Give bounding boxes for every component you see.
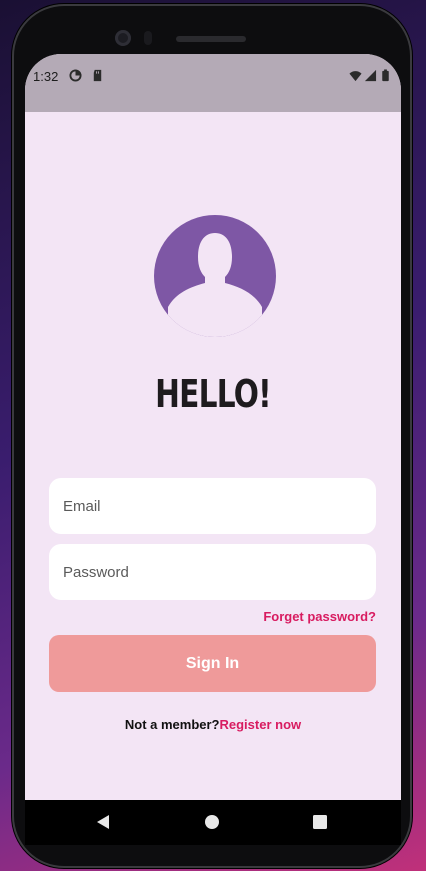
email-field[interactable] (49, 478, 376, 534)
app-screen: 1:32 HELLO! Email Forget password? Sign … (25, 54, 401, 800)
status-time: 1:32 (33, 69, 59, 84)
forgot-password-link[interactable]: Forget password? (263, 609, 376, 624)
sd-card-icon (93, 69, 102, 82)
data-saver-icon (69, 69, 82, 82)
proximity-sensor (144, 31, 152, 45)
sign-in-button[interactable]: Sign In (49, 635, 376, 692)
wifi-icon (349, 71, 362, 82)
password-input[interactable] (61, 562, 364, 582)
navigation-bar (25, 800, 401, 845)
back-icon[interactable] (96, 814, 110, 830)
signal-icon (364, 69, 377, 82)
user-avatar-icon (154, 215, 276, 337)
front-camera (115, 30, 131, 46)
home-icon[interactable] (205, 815, 219, 829)
register-link[interactable]: Register now (220, 717, 302, 732)
recents-icon[interactable] (313, 815, 327, 829)
not-member-text: Not a member? (124, 717, 220, 732)
password-field[interactable] (49, 544, 376, 600)
earpiece-speaker (176, 36, 246, 42)
battery-icon (382, 69, 389, 82)
register-prompt: Not a member?Register now (25, 717, 401, 732)
page-title: HELLO! (155, 372, 272, 416)
status-bar: 1:32 (25, 54, 401, 112)
email-input[interactable] (61, 496, 364, 516)
